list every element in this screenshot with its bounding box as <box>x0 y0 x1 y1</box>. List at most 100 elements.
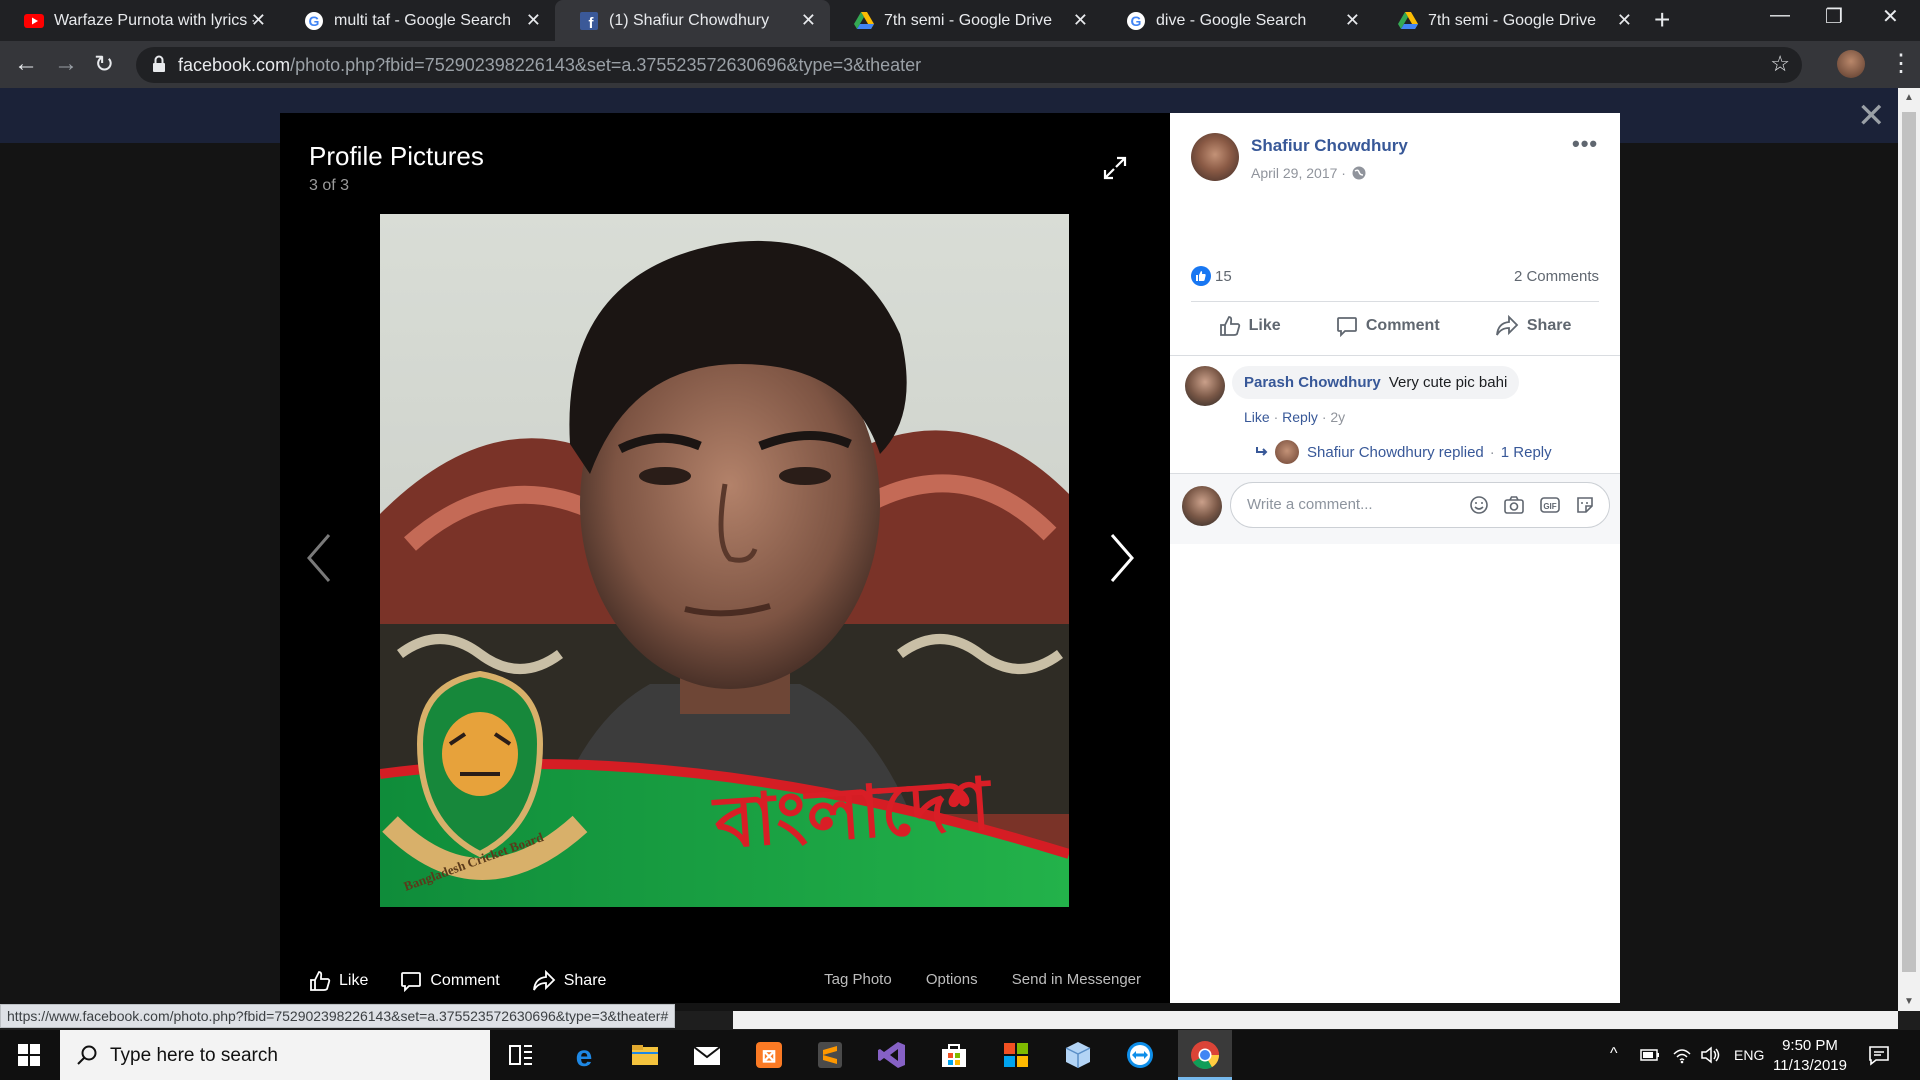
photo-like-button[interactable]: Like <box>309 970 368 992</box>
send-in-messenger-link[interactable]: Send in Messenger <box>1012 971 1141 988</box>
tab-youtube[interactable]: Warfaze Purnota with lyrics - ✕ <box>0 0 280 41</box>
author-avatar[interactable] <box>1191 133 1239 181</box>
notifications-icon[interactable] <box>1868 1044 1890 1066</box>
tab-drive[interactable]: 7th semi - Google Drive ✕ <box>1374 0 1646 41</box>
restore-icon[interactable]: ❐ <box>1825 4 1843 29</box>
sticker-icon[interactable] <box>1575 495 1595 515</box>
visual-studio-icon[interactable] <box>876 1039 908 1071</box>
task-view-icon[interactable] <box>505 1039 537 1071</box>
close-icon[interactable]: ✕ <box>251 10 266 31</box>
svg-text:G: G <box>1131 13 1142 29</box>
reply-count: 1 Reply <box>1500 443 1552 461</box>
url-text: facebook.com/photo.php?fbid=752902398226… <box>178 55 921 76</box>
profile-photo[interactable]: বাংলাদেশ Bangladesh Cricket Board <box>380 214 1069 907</box>
like-reaction-icon <box>1191 266 1211 286</box>
comment-like-link[interactable]: Like <box>1244 409 1270 425</box>
view-replies-link[interactable]: Shafiur Chowdhury replied · 1 Reply <box>1255 440 1552 464</box>
globe-icon <box>1352 166 1366 180</box>
replied-by-text: Shafiur Chowdhury replied <box>1307 443 1484 461</box>
reload-icon[interactable]: ↻ <box>94 50 114 79</box>
google-icon: G <box>304 11 324 31</box>
taskbar-search[interactable]: Type here to search <box>60 1030 490 1080</box>
new-tab-button[interactable]: + <box>1654 4 1670 36</box>
fullscreen-icon[interactable] <box>1102 155 1128 181</box>
chrome-icon <box>1191 1041 1219 1069</box>
more-options-icon[interactable]: ••• <box>1572 131 1598 157</box>
comment-age[interactable]: 2y <box>1330 409 1345 425</box>
sublime-text-icon[interactable] <box>814 1039 846 1071</box>
photo-share-button[interactable]: Share <box>532 970 607 992</box>
scroll-down-icon[interactable]: ▼ <box>1898 996 1920 1007</box>
tab-drive[interactable]: 7th semi - Google Drive ✕ <box>830 0 1102 41</box>
comment-input[interactable]: Write a comment... GIF <box>1230 482 1610 528</box>
options-link[interactable]: Options <box>926 971 978 988</box>
next-photo-icon[interactable] <box>1108 533 1136 583</box>
tab-google-search[interactable]: G multi taf - Google Search ✕ <box>280 0 555 41</box>
store-icon[interactable] <box>938 1039 970 1071</box>
camera-icon[interactable] <box>1503 495 1525 515</box>
chrome-menu-icon[interactable]: ⋮ <box>1889 49 1913 78</box>
tab-title: 7th semi - Google Drive <box>884 11 1053 29</box>
comment-button[interactable]: Comment <box>1336 315 1440 337</box>
photo-comment-label: Comment <box>430 972 500 989</box>
window-close-icon[interactable]: ✕ <box>1882 4 1899 29</box>
divider <box>1170 355 1620 356</box>
3d-box-icon[interactable] <box>1062 1039 1094 1071</box>
status-url: https://www.facebook.com/photo.php?fbid=… <box>0 1004 676 1028</box>
previous-photo-icon[interactable] <box>305 533 333 583</box>
commenter-avatar[interactable] <box>1185 366 1225 406</box>
chevron-up-icon[interactable]: ^ <box>1610 1045 1618 1063</box>
drive-icon <box>854 11 874 31</box>
back-icon[interactable]: ← <box>14 50 38 78</box>
address-bar[interactable]: facebook.com/photo.php?fbid=752902398226… <box>136 47 1802 83</box>
windows-start-icon[interactable] <box>18 1044 40 1066</box>
comment-count[interactable]: 2 Comments <box>1514 268 1599 285</box>
photo-share-label: Share <box>563 972 607 989</box>
gif-icon[interactable]: GIF <box>1539 495 1561 515</box>
tab-facebook[interactable]: f (1) Shafiur Chowdhury ✕ <box>555 0 830 41</box>
post-date-text[interactable]: April 29, 2017 · <box>1251 165 1346 181</box>
commenter-name[interactable]: Parash Chowdhury <box>1244 374 1381 391</box>
language-indicator[interactable]: ENG <box>1734 1047 1764 1063</box>
tab-strip: Warfaze Purnota with lyrics - ✕ G multi … <box>0 0 1920 41</box>
horizontal-scrollbar[interactable] <box>733 1011 1898 1029</box>
taskbar-clock[interactable]: 9:50 PM 11/13/2019 <box>1770 1036 1850 1076</box>
photo-comment-button[interactable]: Comment <box>400 970 500 992</box>
like-button[interactable]: Like <box>1219 315 1281 337</box>
author-name[interactable]: Shafiur Chowdhury <box>1251 136 1408 156</box>
bookmark-star-icon[interactable]: ☆ <box>1770 51 1790 77</box>
scroll-up-icon[interactable]: ▲ <box>1898 92 1920 103</box>
battery-icon[interactable] <box>1640 1048 1660 1062</box>
xampp-icon[interactable]: ⊠ <box>753 1039 785 1071</box>
close-icon[interactable]: ✕ <box>526 10 541 31</box>
file-explorer-icon[interactable] <box>629 1039 661 1071</box>
svg-text:GIF: GIF <box>1543 502 1556 511</box>
vertical-scrollbar[interactable]: ▲ ▼ <box>1898 88 1920 1011</box>
reaction-summary[interactable]: 15 <box>1191 266 1232 286</box>
wifi-icon[interactable] <box>1672 1046 1692 1064</box>
scroll-thumb[interactable] <box>1902 112 1916 972</box>
tab-title: dive - Google Search <box>1156 11 1307 29</box>
svg-text:⊠: ⊠ <box>761 1046 776 1066</box>
teamviewer-icon[interactable] <box>1124 1039 1156 1071</box>
taskbar-search-placeholder: Type here to search <box>110 1045 278 1066</box>
close-icon[interactable]: ✕ <box>1345 10 1360 31</box>
emoji-icon[interactable] <box>1469 495 1489 515</box>
comment-reply-link[interactable]: Reply <box>1282 409 1318 425</box>
office-icon[interactable] <box>1000 1039 1032 1071</box>
minimize-icon[interactable]: — <box>1770 4 1790 27</box>
edge-icon[interactable]: e <box>568 1039 600 1071</box>
volume-icon[interactable] <box>1700 1046 1722 1064</box>
close-icon[interactable]: ✕ <box>1073 10 1088 31</box>
share-button[interactable]: Share <box>1495 315 1571 337</box>
profile-avatar[interactable] <box>1837 50 1865 78</box>
tab-google-search[interactable]: G dive - Google Search ✕ <box>1102 0 1374 41</box>
replier-avatar <box>1275 440 1299 464</box>
chrome-taskbar-button[interactable] <box>1178 1030 1232 1080</box>
close-viewer-icon[interactable]: ✕ <box>1857 96 1886 136</box>
close-icon[interactable]: ✕ <box>801 10 816 31</box>
forward-icon[interactable]: → <box>54 50 78 78</box>
close-icon[interactable]: ✕ <box>1617 10 1632 31</box>
mail-icon[interactable] <box>691 1039 723 1071</box>
tag-photo-link[interactable]: Tag Photo <box>824 971 892 988</box>
